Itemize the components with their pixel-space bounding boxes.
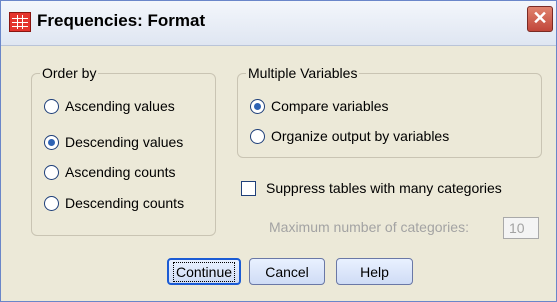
frequencies-format-dialog: Frequencies: Format ✕ Order by Ascending… (0, 0, 557, 302)
cancel-label: Cancel (265, 263, 309, 280)
multiple-variables-group: Multiple Variables Compare variables Org… (237, 65, 542, 158)
max-categories-input[interactable]: 10 (503, 217, 539, 239)
help-label: Help (360, 263, 389, 280)
radio-label: Descending counts (65, 195, 185, 211)
radio-label: Ascending values (65, 98, 175, 114)
radio-descending-counts[interactable]: Descending counts (44, 195, 184, 211)
radio-descending-values[interactable]: Descending values (44, 134, 183, 150)
radio-ascending-counts[interactable]: Ascending counts (44, 164, 176, 180)
help-button[interactable]: Help (336, 258, 413, 285)
spss-table-icon (9, 12, 31, 32)
continue-button[interactable]: Continue (167, 258, 241, 285)
radio-button[interactable] (44, 164, 59, 180)
radio-organize-output[interactable]: Organize output by variables (250, 128, 449, 144)
multiple-variables-title: Multiple Variables (246, 65, 360, 81)
close-icon: ✕ (532, 8, 548, 28)
dialog-title: Frequencies: Format (37, 11, 206, 30)
radio-label: Ascending counts (65, 164, 176, 180)
suppress-tables-label: Suppress tables with many categories (266, 180, 502, 196)
suppress-tables-checkbox-row[interactable]: Suppress tables with many categories (241, 180, 502, 196)
radio-label: Descending values (65, 134, 184, 150)
radio-button[interactable] (44, 98, 59, 114)
cancel-button[interactable]: Cancel (249, 258, 325, 285)
continue-label: Continue (172, 261, 236, 282)
radio-label: Organize output by variables (271, 128, 450, 144)
close-button[interactable]: ✕ (527, 6, 553, 32)
radio-button[interactable] (250, 128, 265, 144)
title-bar[interactable]: Frequencies: Format ✕ (1, 1, 556, 46)
radio-button[interactable] (44, 134, 59, 150)
radio-compare-variables[interactable]: Compare variables (250, 98, 389, 114)
radio-button[interactable] (44, 195, 59, 211)
radio-label: Compare variables (271, 98, 389, 114)
order-by-group: Order by Ascending values Descending val… (31, 65, 216, 236)
suppress-tables-checkbox[interactable] (241, 180, 256, 196)
max-categories-label: Maximum number of categories: (269, 219, 469, 235)
radio-ascending-values[interactable]: Ascending values (44, 98, 175, 114)
radio-button[interactable] (250, 98, 265, 114)
order-by-title: Order by (40, 65, 99, 81)
